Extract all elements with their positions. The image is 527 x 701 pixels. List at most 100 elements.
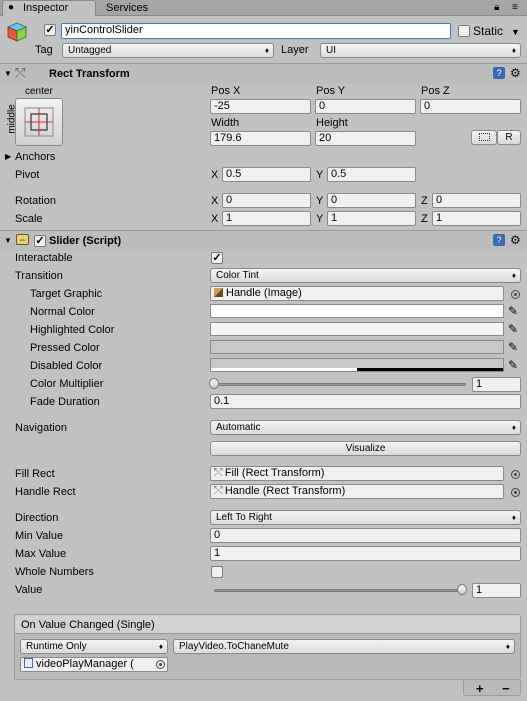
- pivot-y-axis: Y: [316, 169, 324, 181]
- function-dropdown[interactable]: PlayVideo.ToChaneMute ♦: [173, 639, 515, 654]
- disabled-color-swatch[interactable]: [210, 358, 504, 372]
- interactable-checkbox[interactable]: ✓: [211, 252, 223, 264]
- pipette-icon[interactable]: ✎: [508, 305, 518, 317]
- pivot-y-input[interactable]: 0.5: [327, 167, 416, 182]
- transition-value: Color Tint: [216, 270, 259, 281]
- pos-x-label: Pos X: [211, 85, 241, 97]
- value-slider-track[interactable]: [214, 589, 466, 592]
- event-target-object-value: videoPlayManager (: [36, 658, 134, 670]
- layer-dropdown[interactable]: UI ♦: [320, 43, 521, 58]
- object-picker-icon[interactable]: [511, 470, 520, 479]
- runtime-dropdown[interactable]: Runtime Only ♦: [20, 639, 168, 654]
- tag-value: Untagged: [68, 45, 112, 56]
- static-checkbox[interactable]: [458, 25, 470, 37]
- object-name-input[interactable]: yinControlSlider: [61, 23, 451, 39]
- anchor-h-label: center: [25, 86, 53, 97]
- tag-dropdown[interactable]: Untagged ♦: [62, 43, 274, 58]
- pressed-color-swatch[interactable]: [210, 340, 504, 354]
- rect-transform-icon: ⤲: [214, 485, 223, 497]
- navigation-label: Navigation: [15, 422, 67, 434]
- scale-x-axis: X: [211, 213, 219, 225]
- target-graphic-label: Target Graphic: [30, 288, 103, 300]
- scale-x-input[interactable]: 1: [222, 211, 311, 226]
- raw-edit-button[interactable]: R: [497, 130, 521, 145]
- image-icon: [214, 288, 223, 297]
- gear-icon[interactable]: ⚙: [510, 66, 521, 80]
- tab-inspector[interactable]: ● Inspector: [2, 0, 96, 16]
- event-target-object-field[interactable]: videoPlayManager (: [20, 657, 168, 672]
- scale-z-input[interactable]: 1: [432, 211, 521, 226]
- chevron-down-icon: ♦: [158, 642, 163, 651]
- direction-label: Direction: [15, 512, 59, 524]
- chevron-down-icon: ♦: [511, 513, 516, 522]
- rect-transform-header[interactable]: ▼ ⤲ Rect Transform ? ⚙: [0, 64, 527, 84]
- add-listener-button[interactable]: +: [476, 682, 484, 696]
- width-input[interactable]: 179.6: [210, 131, 311, 146]
- direction-dropdown[interactable]: Left To Right ♦: [210, 510, 521, 525]
- fill-rect-field[interactable]: ⤲ Fill (Rect Transform): [210, 466, 504, 481]
- help-icon[interactable]: ?: [493, 67, 505, 79]
- rotation-z-input[interactable]: 0: [432, 193, 521, 208]
- info-icon: ●: [8, 2, 15, 13]
- rect-transform-icon: ⤲: [15, 65, 26, 80]
- chevron-down-icon: ♦: [264, 46, 269, 55]
- static-dropdown-arrow[interactable]: ▼: [511, 25, 520, 39]
- slider-enabled-checkbox[interactable]: ✓: [34, 235, 46, 247]
- min-value-input[interactable]: 0: [210, 528, 521, 543]
- slider-component-header[interactable]: ▼ ⇔ ✓ Slider (Script) ? ⚙: [0, 231, 527, 251]
- handle-rect-label: Handle Rect: [15, 486, 76, 498]
- pipette-icon[interactable]: ✎: [508, 359, 518, 371]
- blueprint-mode-button[interactable]: [471, 130, 497, 145]
- tab-services[interactable]: Services: [98, 0, 170, 16]
- fade-duration-input[interactable]: 0.1: [210, 394, 521, 409]
- handle-rect-field[interactable]: ⤲ Handle (Rect Transform): [210, 484, 504, 499]
- value-slider-thumb[interactable]: [457, 584, 467, 595]
- navigation-value: Automatic: [216, 422, 261, 433]
- pos-y-input[interactable]: 0: [315, 99, 416, 114]
- scale-y-input[interactable]: 1: [327, 211, 416, 226]
- on-value-changed-header: On Value Changed (Single): [14, 614, 521, 634]
- menu-icon[interactable]: ≡: [512, 1, 518, 15]
- object-picker-icon[interactable]: [156, 660, 165, 669]
- object-picker-icon[interactable]: [511, 290, 520, 299]
- anchor-preset-button[interactable]: [15, 98, 63, 146]
- visualize-button[interactable]: Visualize: [210, 441, 521, 456]
- pivot-x-input[interactable]: 0.5: [222, 167, 311, 182]
- fade-duration-label: Fade Duration: [30, 396, 100, 408]
- color-multiplier-input[interactable]: 1: [472, 377, 521, 392]
- value-input[interactable]: 1: [472, 583, 521, 598]
- alpha-bar: [211, 368, 503, 371]
- function-value: PlayVideo.ToChaneMute: [179, 641, 289, 652]
- min-value-label: Min Value: [15, 530, 64, 542]
- gear-icon[interactable]: ⚙: [510, 233, 521, 247]
- pos-x-input[interactable]: -25: [210, 99, 311, 114]
- target-graphic-field[interactable]: Handle (Image): [210, 286, 504, 301]
- rotation-y-input[interactable]: 0: [327, 193, 416, 208]
- static-label: Static: [473, 24, 504, 38]
- pipette-icon[interactable]: ✎: [508, 341, 518, 353]
- blueprint-icon: [478, 133, 490, 141]
- height-input[interactable]: 20: [315, 131, 416, 146]
- object-picker-icon[interactable]: [511, 488, 520, 497]
- normal-color-swatch[interactable]: [210, 304, 504, 318]
- whole-numbers-checkbox[interactable]: [211, 566, 223, 578]
- lock-icon[interactable]: 🔒︎: [494, 1, 499, 15]
- scale-y-axis: Y: [316, 213, 324, 225]
- color-multiplier-slider-thumb[interactable]: [209, 378, 219, 389]
- collapse-arrow-icon: ▼: [4, 236, 12, 245]
- anchors-label[interactable]: Anchors: [15, 150, 55, 164]
- rotation-x-input[interactable]: 0: [222, 193, 311, 208]
- help-icon[interactable]: ?: [493, 234, 505, 246]
- pipette-icon[interactable]: ✎: [508, 323, 518, 335]
- color-multiplier-slider-track[interactable]: [214, 383, 466, 386]
- navigation-dropdown[interactable]: Automatic ♦: [210, 420, 521, 435]
- max-value-input[interactable]: 1: [210, 546, 521, 561]
- rect-transform-icon: ⤲: [214, 467, 223, 479]
- highlighted-color-swatch[interactable]: [210, 322, 504, 336]
- active-checkbox[interactable]: ✓: [44, 24, 56, 36]
- remove-listener-button[interactable]: −: [502, 682, 510, 696]
- anchors-expand-icon[interactable]: ▶: [5, 152, 11, 162]
- transition-dropdown[interactable]: Color Tint ♦: [210, 268, 521, 283]
- pos-z-input[interactable]: 0: [420, 99, 521, 114]
- tag-label: Tag: [35, 44, 53, 56]
